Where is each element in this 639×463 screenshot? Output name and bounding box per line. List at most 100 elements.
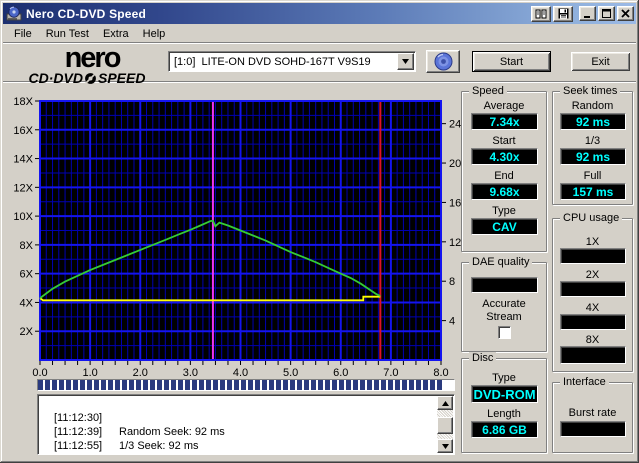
title-bar[interactable]: Nero CD-DVD Speed — [3, 3, 636, 24]
speed-end-value: 9.68x — [471, 183, 538, 200]
compare-button[interactable] — [531, 5, 551, 22]
scroll-down-button[interactable] — [437, 439, 453, 453]
menu-file[interactable]: File — [7, 26, 39, 42]
scrollbar-thumb[interactable] — [437, 417, 453, 434]
svg-text:3.0: 3.0 — [183, 367, 198, 379]
log-time: [11:12:55] — [54, 453, 102, 454]
speed-end-label: End — [494, 170, 514, 182]
maximize-button[interactable] — [598, 6, 615, 21]
svg-text:24: 24 — [449, 119, 461, 131]
seek-third-label: 1/3 — [584, 135, 601, 147]
interface-group: Interface Burst rate — [552, 376, 633, 453]
scroll-up-button[interactable] — [437, 396, 453, 410]
speed-start-label: Start — [492, 135, 516, 147]
cpu-2x-label: 2X — [585, 269, 600, 281]
svg-text:16X: 16X — [13, 125, 33, 137]
menu-help[interactable]: Help — [136, 26, 173, 42]
log-line: [11:12:55] Full Seek: 157 ms — [38, 425, 438, 452]
disc-type-label: Type — [492, 372, 516, 384]
log-line: [11:12:30] Random Seek: 92 ms — [38, 397, 438, 438]
accurate-stream-checkbox[interactable] — [498, 326, 511, 339]
svg-text:16: 16 — [449, 197, 461, 209]
speed-average-label: Average — [483, 100, 525, 112]
close-button[interactable] — [617, 6, 634, 21]
svg-text:5.0: 5.0 — [283, 367, 298, 379]
dae-quality-group: DAE quality Accurate Stream — [461, 256, 547, 352]
maximize-icon — [602, 9, 611, 18]
cddvdspeed-logo-text: CD·DVD SPEED — [17, 71, 157, 85]
svg-text:2X: 2X — [20, 326, 34, 338]
scroll-down-icon — [441, 443, 449, 449]
nero-logo: nero CD·DVD SPEED — [17, 44, 157, 86]
speed-average-value: 7.34x — [471, 113, 538, 130]
test-progress-fill — [38, 380, 442, 390]
seek-third-value: 92 ms — [560, 148, 626, 165]
toolbar: nero CD·DVD SPEED [1:0] LITE-ON DVD SOHD… — [3, 44, 636, 86]
speed-group-title: Speed — [469, 85, 507, 97]
svg-text:4: 4 — [449, 316, 455, 328]
svg-text:4.0: 4.0 — [233, 367, 248, 379]
svg-text:20: 20 — [449, 158, 461, 170]
cpu-4x-value — [560, 314, 626, 330]
log-listbox[interactable]: [11:12:30] Random Seek: 92 ms [11:12:39]… — [37, 394, 455, 455]
speed-chart: 2X 4X 6X 8X 10X 12X 14X 16X 18X 4 8 12 16 20 24 0.0 1.0 2… — [13, 96, 461, 379]
window-title: Nero CD-DVD Speed — [26, 6, 147, 21]
seek-times-group: Seek times Random 92 ms 1/3 92 ms Full 1… — [552, 85, 633, 205]
minimize-icon — [584, 16, 590, 18]
exit-button[interactable]: Exit — [570, 51, 631, 72]
svg-text:12: 12 — [449, 237, 461, 249]
drive-selector-value: [1:0] LITE-ON DVD SOHD-167T V9S19 — [174, 55, 371, 68]
menu-extra[interactable]: Extra — [96, 26, 136, 42]
cd-disc-icon — [434, 52, 452, 71]
app-cd-drive-icon — [6, 5, 22, 20]
menu-bar: File Run Test Extra Help — [3, 25, 636, 43]
svg-text:12X: 12X — [13, 182, 33, 194]
svg-text:10X: 10X — [13, 211, 33, 223]
scroll-up-icon — [441, 400, 449, 406]
burst-rate-label: Burst rate — [568, 407, 617, 419]
cpu-4x-label: 4X — [585, 302, 600, 314]
accurate-stream-label-1: Accurate — [482, 298, 526, 310]
cpu-1x-value — [560, 248, 626, 264]
logo-speed: SPEED — [97, 70, 146, 86]
accurate-stream-label-2: Stream — [486, 311, 522, 323]
seek-random-label: Random — [571, 100, 614, 112]
start-button[interactable]: Start — [472, 51, 551, 72]
disc-length-label: Length — [487, 408, 521, 420]
seek-full-value: 157 ms — [560, 183, 626, 200]
svg-text:2.0: 2.0 — [133, 367, 148, 379]
svg-text:6X: 6X — [20, 269, 34, 281]
svg-text:8X: 8X — [20, 240, 34, 252]
cpu-2x-value — [560, 281, 626, 297]
cpu-usage-group-title: CPU usage — [560, 212, 623, 224]
log-line: [11:12:55] Elapsed Time: 0:34 — [38, 439, 438, 453]
disc-info-button[interactable] — [426, 50, 460, 73]
drive-selector[interactable]: [1:0] LITE-ON DVD SOHD-167T V9S19 — [168, 51, 416, 72]
log-lines: [11:12:30] Random Seek: 92 ms [11:12:39]… — [38, 397, 438, 453]
svg-text:18X: 18X — [13, 96, 33, 108]
seek-random-value: 92 ms — [560, 113, 626, 130]
dae-quality-group-title: DAE quality — [469, 256, 533, 268]
logo-cddvd: CD·DVD — [28, 70, 83, 86]
minimize-button[interactable] — [579, 6, 596, 21]
svg-text:8.0: 8.0 — [433, 367, 448, 379]
drive-selector-dropdown-button[interactable] — [397, 53, 414, 70]
speed-type-value: CAV — [471, 218, 538, 235]
svg-text:7.0: 7.0 — [383, 367, 398, 379]
save-button[interactable] — [553, 5, 573, 22]
svg-text:6.0: 6.0 — [333, 367, 348, 379]
log-scrollbar[interactable] — [437, 396, 453, 453]
logo-disc-icon — [84, 72, 97, 84]
menu-run-test[interactable]: Run Test — [39, 26, 96, 42]
compare-icon — [535, 9, 547, 18]
close-icon — [621, 9, 630, 18]
log-line: [11:12:39] 1/3 Seek: 92 ms — [38, 411, 438, 452]
app-window: Nero CD-DVD Speed File Run Test Extra He… — [0, 0, 639, 463]
disc-group: Disc Type DVD-ROM Length 6.86 GB — [461, 352, 547, 453]
svg-text:4X: 4X — [20, 297, 34, 309]
svg-text:0.0: 0.0 — [32, 367, 47, 379]
cpu-8x-value — [560, 346, 626, 364]
cpu-8x-label: 8X — [585, 334, 600, 346]
dropdown-arrow-icon — [402, 59, 409, 64]
cpu-1x-label: 1X — [585, 236, 600, 248]
